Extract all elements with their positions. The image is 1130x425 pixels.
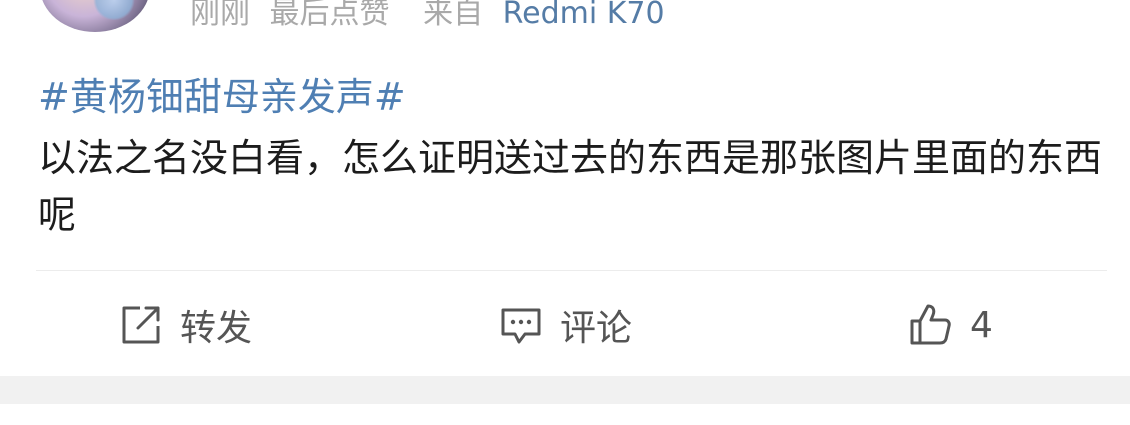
thumbs-up-icon: [906, 301, 954, 349]
separator-bar: [0, 376, 1130, 404]
post-content: 以法之名没白看，怎么证明送过去的东西是那张图片里面的东西呢: [38, 136, 1103, 237]
source-device[interactable]: Redmi K70: [503, 0, 665, 31]
repost-label: 转发: [180, 308, 253, 349]
repost-button[interactable]: 转发: [118, 295, 252, 355]
source-prefix: 来自: [423, 0, 484, 31]
topic-hashtag[interactable]: #黄杨钿甜母亲发声#: [38, 74, 406, 120]
last-like-label: 最后点赞: [269, 0, 390, 31]
divider: [36, 270, 1107, 271]
action-bar: 转发 评论 4: [0, 295, 1130, 355]
like-button[interactable]: 4: [906, 295, 993, 355]
post-meta: 刚刚 最后点赞 来自 Redmi K70: [190, 0, 665, 34]
comment-button[interactable]: 评论: [498, 295, 632, 355]
avatar[interactable]: [40, 0, 150, 32]
next-card-top: [0, 404, 1130, 425]
comment-icon: [498, 302, 544, 348]
like-count: 4: [970, 304, 993, 346]
post-card: 刚刚 最后点赞 来自 Redmi K70 #黄杨钿甜母亲发声# 以法之名没白看，…: [0, 0, 1130, 376]
comment-label: 评论: [560, 308, 633, 349]
share-icon: [118, 302, 164, 348]
post-time: 刚刚: [190, 0, 250, 31]
